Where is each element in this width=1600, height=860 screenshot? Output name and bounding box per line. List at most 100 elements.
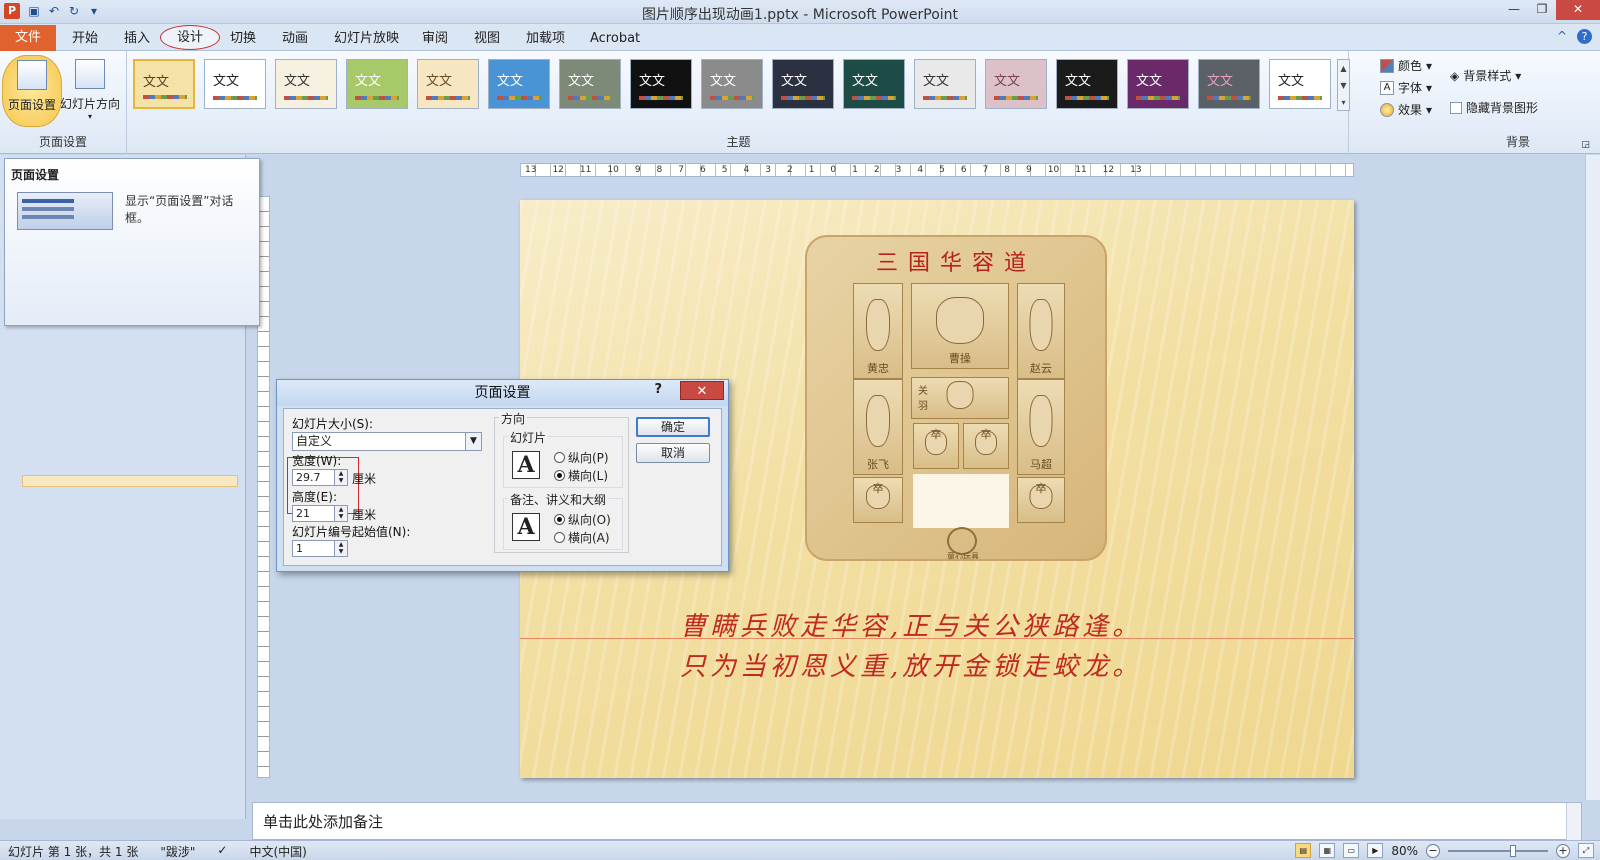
hide-background-graphics[interactable]: 隐藏背景图形 xyxy=(1450,99,1538,116)
theme-thumbnail[interactable]: 文文 xyxy=(1056,59,1118,109)
theme-thumbnail[interactable]: 文文 xyxy=(346,59,408,109)
restore-button[interactable]: ❐ xyxy=(1528,0,1556,20)
tab-addins[interactable]: 加载项 xyxy=(526,29,565,49)
zoom-out-icon[interactable]: − xyxy=(1426,843,1440,858)
tab-review[interactable]: 审阅 xyxy=(422,29,448,49)
tile-zhangfei: 张飞 xyxy=(853,379,903,475)
theme-colors-button[interactable]: 颜色 ▾ xyxy=(1380,55,1432,77)
poem-line-1[interactable]: 曹瞒兵败走华容,正与关公狭路逢。 xyxy=(680,606,1142,643)
tile-soldier: 卒 xyxy=(1017,477,1065,523)
theme-name[interactable]: "跋涉" xyxy=(160,843,195,860)
spellcheck-icon[interactable]: ✓ xyxy=(217,843,227,860)
themes-group-label: 主题 xyxy=(726,135,751,149)
theme-thumbnail[interactable]: 文文 xyxy=(275,59,337,109)
spinner-arrows-icon[interactable]: ▲ ▼ xyxy=(334,506,347,521)
tab-animations[interactable]: 动画 xyxy=(282,29,308,49)
theme-gallery-scroll[interactable]: ▲ ▼ ▾ xyxy=(1337,59,1350,111)
start-number-value[interactable]: 1 xyxy=(296,542,303,555)
start-number-spinner[interactable]: 1 ▲ ▼ xyxy=(292,540,348,557)
help-icon[interactable]: ? xyxy=(1577,29,1592,44)
tab-acrobat[interactable]: Acrobat xyxy=(590,29,640,49)
zoom-level[interactable]: 80% xyxy=(1391,844,1418,858)
tab-home[interactable]: 开始 xyxy=(72,29,98,49)
theme-effects-button[interactable]: 效果 ▾ xyxy=(1380,99,1432,121)
theme-thumbnail[interactable]: 文文 xyxy=(133,59,195,109)
dialog-close-button[interactable]: ✕ xyxy=(680,381,724,400)
minimize-button[interactable]: — xyxy=(1500,0,1528,20)
theme-thumbnail[interactable]: 文文 xyxy=(985,59,1047,109)
zoom-in-icon[interactable]: + xyxy=(1556,843,1570,858)
spinner-arrows-icon[interactable]: ▲ ▼ xyxy=(334,470,347,485)
ruler-label: 13 xyxy=(1130,165,1142,175)
zoom-slider[interactable] xyxy=(1448,844,1548,857)
theme-sample-text: 文文 xyxy=(143,75,170,90)
theme-fonts-button[interactable]: A 字体 ▾ xyxy=(1380,77,1432,99)
tab-slideshow[interactable]: 幻灯片放映 xyxy=(334,29,399,49)
page-setup-button[interactable]: 页面设置 xyxy=(2,55,62,127)
hide-background-checkbox[interactable] xyxy=(1450,101,1462,114)
theme-thumbnail[interactable]: 文文 xyxy=(559,59,621,109)
theme-thumbnail[interactable]: 文文 xyxy=(843,59,905,109)
language-indicator[interactable]: 中文(中国) xyxy=(249,843,306,860)
background-styles-button[interactable]: ◈ 背景样式 ▾ xyxy=(1450,67,1521,84)
slideshow-button[interactable]: ▶ xyxy=(1367,843,1384,858)
width-spinner[interactable]: 29.7 ▲ ▼ xyxy=(292,469,348,486)
theme-sample-text: 文文 xyxy=(781,74,808,89)
theme-thumbnail[interactable]: 文文 xyxy=(772,59,834,109)
zoom-slider-thumb[interactable] xyxy=(1510,844,1516,857)
height-spinner[interactable]: 21 ▲ ▼ xyxy=(292,505,348,522)
dialog-help-button[interactable]: ? xyxy=(654,382,662,397)
notes-portrait-radio[interactable]: 纵向(O) xyxy=(554,511,611,528)
dialog-launcher-icon[interactable]: ◲ xyxy=(1581,140,1590,150)
ruler-label: 3 xyxy=(765,165,771,175)
tab-insert[interactable]: 插入 xyxy=(124,29,150,49)
ok-button[interactable]: 确定 xyxy=(636,417,710,437)
notes-pane[interactable]: 单击此处添加备注 xyxy=(252,802,1582,841)
slide-counter: 幻灯片 第 1 张，共 1 张 xyxy=(8,845,139,859)
height-value[interactable]: 21 xyxy=(296,507,310,520)
reading-view-button[interactable]: ▭ xyxy=(1343,843,1360,858)
close-button[interactable]: ✕ xyxy=(1556,0,1600,20)
theme-thumbnail[interactable]: 文文 xyxy=(204,59,266,109)
theme-thumbnail[interactable]: 文文 xyxy=(488,59,550,109)
tab-file[interactable]: 文件 xyxy=(0,25,56,51)
notes-placeholder[interactable]: 单击此处添加备注 xyxy=(263,811,383,832)
cancel-button[interactable]: 取消 xyxy=(636,443,710,463)
theme-thumbnail[interactable]: 文文 xyxy=(914,59,976,109)
puzzle-image[interactable]: 三国华容道 黄忠 曹操 赵云 张飞 关羽 马超 卒 卒 卒 卒 童心玩具 xyxy=(805,235,1107,561)
radio-selected-icon[interactable] xyxy=(554,470,565,481)
radio-selected-icon[interactable] xyxy=(554,514,565,525)
slides-landscape-radio[interactable]: 横向(L) xyxy=(554,467,608,484)
window-title: 图片顺序出现动画1.pptx - Microsoft PowerPoint xyxy=(641,7,959,23)
fit-to-window-button[interactable]: ⤢ xyxy=(1578,843,1594,858)
paint-bucket-icon: ◈ xyxy=(1450,68,1460,83)
tab-view[interactable]: 视图 xyxy=(474,29,500,49)
notes-landscape-radio[interactable]: 横向(A) xyxy=(554,529,610,546)
theme-thumbnail[interactable]: 文文 xyxy=(1198,59,1260,109)
editor-vertical-scrollbar[interactable] xyxy=(1585,155,1600,800)
spinner-arrows-icon[interactable]: ▲ ▼ xyxy=(334,541,347,556)
slide-sorter-button[interactable]: ▦ xyxy=(1319,843,1336,858)
slides-portrait-radio[interactable]: 纵向(P) xyxy=(554,449,609,466)
chevron-down-icon[interactable]: ▼ xyxy=(465,433,481,450)
poem-line-2[interactable]: 只为当初恩义重,放开金锁走蛟龙。 xyxy=(680,646,1142,683)
slide-size-select[interactable]: 自定义 ▼ xyxy=(292,432,482,451)
theme-thumbnail[interactable]: 文文 xyxy=(1269,59,1331,109)
notes-scrollbar[interactable] xyxy=(1566,803,1581,841)
theme-thumbnail[interactable]: 文文 xyxy=(1127,59,1189,109)
slide-orientation-preview-icon: A xyxy=(512,451,540,479)
theme-thumbnail[interactable]: 文文 xyxy=(630,59,692,109)
theme-thumbnail[interactable]: 文文 xyxy=(701,59,763,109)
background-styles-label: 背景样式 xyxy=(1463,69,1512,83)
radio-icon[interactable] xyxy=(554,452,565,463)
slide-thumbnail[interactable] xyxy=(22,475,238,487)
tab-design[interactable]: 设计 xyxy=(160,25,221,50)
collapse-ribbon-icon[interactable]: ^ xyxy=(1557,29,1567,44)
radio-icon[interactable] xyxy=(554,532,565,543)
tab-transitions[interactable]: 切换 xyxy=(230,29,256,49)
theme-thumbnail[interactable]: 文文 xyxy=(417,59,479,109)
width-value[interactable]: 29.7 xyxy=(296,471,321,484)
slide-orientation-button[interactable]: 幻灯片方向 ▾ xyxy=(60,55,120,127)
notes-orientation-preview-icon: A xyxy=(512,513,540,541)
normal-view-button[interactable]: ▤ xyxy=(1295,843,1312,858)
